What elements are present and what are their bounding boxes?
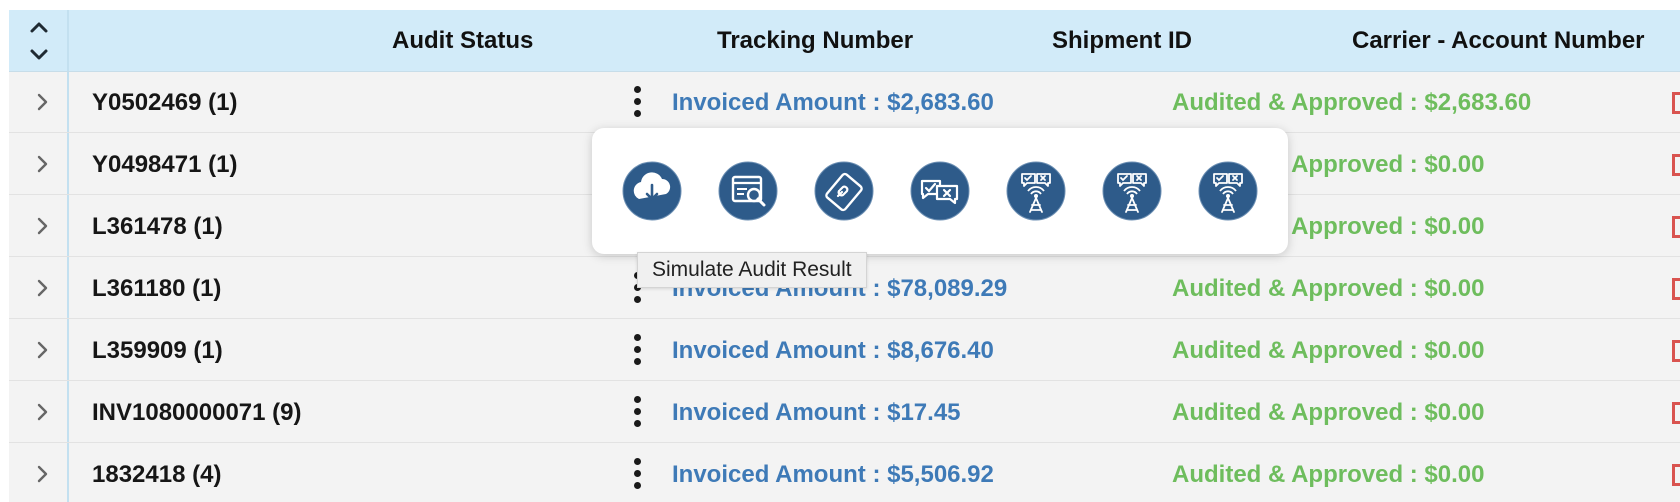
action-button-3[interactable] <box>814 161 874 221</box>
row-shipment-label: 1832418 (4) <box>92 461 222 488</box>
invoiced-amount: Invoiced Amount : $17.45 <box>672 399 961 426</box>
row-shipment-label: L361478 (1) <box>92 213 223 240</box>
chevron-right-icon[interactable] <box>34 464 50 484</box>
status-indicator <box>1672 92 1680 114</box>
column-header-carrier-account-number[interactable]: Carrier - Account Number <box>1352 10 1645 71</box>
row-shipment-label: L361180 (1) <box>92 275 222 302</box>
row-shipment-label: INV1080000071 (9) <box>92 399 302 426</box>
row-actions-popover <box>592 128 1288 254</box>
cloud-download-icon[interactable] <box>622 161 682 221</box>
action-button-7[interactable] <box>1198 161 1258 221</box>
more-vertical-icon[interactable] <box>630 86 644 120</box>
more-vertical-icon[interactable] <box>630 458 644 492</box>
invoiced-amount: Invoiced Amount : $8,676.40 <box>672 337 994 364</box>
audited-approved-amount: Audited & Approved : $0.00 <box>1172 461 1485 488</box>
chevron-right-icon[interactable] <box>34 340 50 360</box>
status-indicator <box>1672 402 1680 424</box>
action-button-4[interactable] <box>910 161 970 221</box>
invoiced-amount: Invoiced Amount : $5,506.92 <box>672 461 994 488</box>
chevron-right-icon[interactable] <box>34 154 50 174</box>
chevron-right-icon[interactable] <box>34 402 50 422</box>
tower-check-x-icon[interactable] <box>1006 161 1066 221</box>
more-vertical-icon[interactable] <box>630 396 644 430</box>
action-button-5[interactable] <box>1006 161 1066 221</box>
chevron-right-icon[interactable] <box>34 216 50 236</box>
status-indicator <box>1672 216 1680 238</box>
tower-check-x-icon[interactable] <box>1198 161 1258 221</box>
action-button-1[interactable] <box>622 161 682 221</box>
action-button-6[interactable] <box>1102 161 1162 221</box>
browser-search-icon[interactable] <box>718 161 778 221</box>
table-row[interactable]: L359909 (1) Invoiced Amount : $8,676.40 Au… <box>9 320 1680 381</box>
table-row[interactable]: 1832418 (4) Invoiced Amount : $5,506.92 Au… <box>9 444 1680 502</box>
table-row[interactable]: INV1080000071 (9) Invoiced Amount : $17.4… <box>9 382 1680 443</box>
sort-toggle[interactable] <box>9 10 69 71</box>
status-indicator <box>1672 278 1680 300</box>
row-shipment-label: Y0498471 (1) <box>92 151 238 178</box>
invoiced-amount: Invoiced Amount : $2,683.60 <box>672 89 994 116</box>
chevron-right-icon[interactable] <box>34 278 50 298</box>
column-header-shipment-id[interactable]: Shipment ID <box>1052 10 1192 71</box>
audited-approved-amount: Audited & Approved : $2,683.60 <box>1172 89 1532 116</box>
column-header-audit-status[interactable]: Audit Status <box>392 10 533 71</box>
more-vertical-icon[interactable] <box>630 334 644 368</box>
sort-up-down-icon[interactable] <box>29 20 49 62</box>
row-shipment-label: L359909 (1) <box>92 337 223 364</box>
status-indicator <box>1672 154 1680 176</box>
action-tooltip: Simulate Audit Result <box>637 252 867 288</box>
row-shipment-label: Y0502469 (1) <box>92 89 238 116</box>
grid-header: Audit Status Tracking Number Shipment ID… <box>9 10 1680 72</box>
action-button-2[interactable] <box>718 161 778 221</box>
status-indicator <box>1672 340 1680 362</box>
audited-approved-amount: Audited & Approved : $0.00 <box>1172 275 1485 302</box>
chevron-right-icon[interactable] <box>34 92 50 112</box>
audited-approved-amount: Audited & Approved : $0.00 <box>1172 399 1485 426</box>
chat-check-x-icon[interactable] <box>910 161 970 221</box>
status-indicator <box>1672 464 1680 486</box>
column-header-tracking-number[interactable]: Tracking Number <box>717 10 913 71</box>
link-icon[interactable] <box>814 161 874 221</box>
tower-check-x-icon[interactable] <box>1102 161 1162 221</box>
table-row[interactable]: Y0502469 (1) Invoiced Amount : $2,683.60 A… <box>9 72 1680 133</box>
audited-approved-amount: Audited & Approved : $0.00 <box>1172 337 1485 364</box>
